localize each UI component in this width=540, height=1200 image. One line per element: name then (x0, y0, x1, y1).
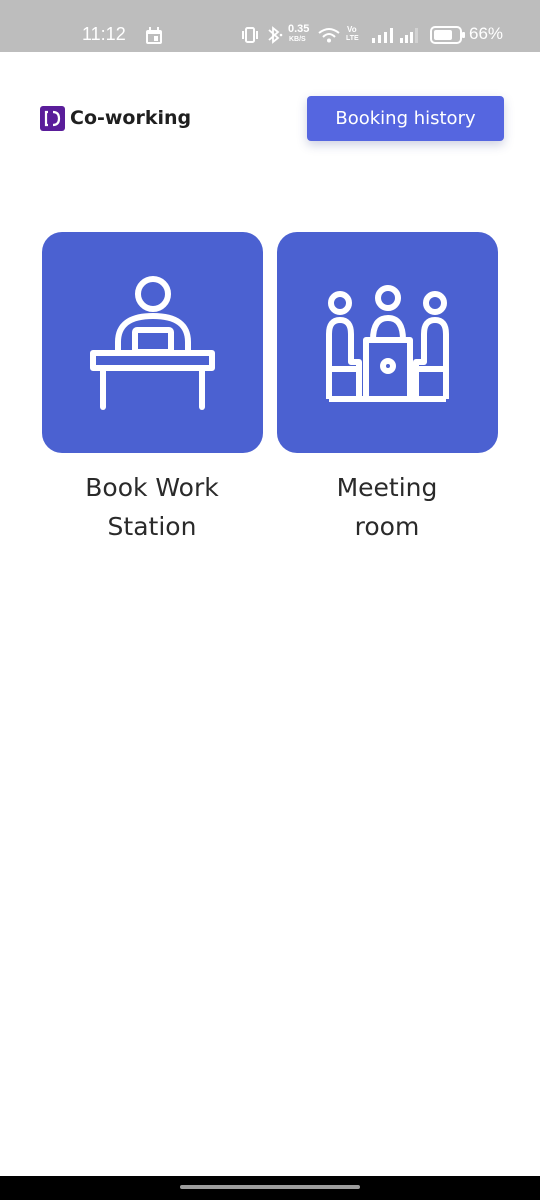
network-speed-value: 0.35 (288, 23, 310, 35)
calendar-icon (145, 27, 163, 45)
app-title: Co-working (70, 107, 192, 129)
battery-icon (430, 26, 466, 44)
logo-mark-icon (44, 110, 61, 127)
signal-icon (399, 27, 421, 45)
home-gesture-handle[interactable] (180, 1185, 360, 1189)
wifi-icon (318, 27, 340, 45)
network-speed-unit: KB/S (289, 36, 306, 43)
navigation-bar (0, 1176, 540, 1200)
status-bar: 11:12 0.35 KB/S Vo LTE 66% (0, 0, 540, 52)
book-workstation-card[interactable] (42, 232, 263, 453)
volte-top: Vo (347, 25, 357, 34)
desk-person-icon (90, 276, 215, 410)
battery-percent: 66% (469, 24, 504, 43)
volte-bottom: LTE (346, 35, 359, 42)
meeting-room-card[interactable] (277, 232, 498, 453)
vibrate-icon (241, 26, 259, 44)
signal-icon (371, 27, 395, 45)
status-time: 11:12 (82, 24, 126, 44)
booking-history-button[interactable]: Booking history (307, 96, 504, 141)
app-logo (40, 106, 65, 131)
meeting-room-label: Meeting room (336, 473, 438, 541)
book-workstation-label: Book Work Station (85, 473, 219, 541)
meeting-room-icon (326, 285, 449, 402)
bluetooth-icon (265, 25, 283, 44)
